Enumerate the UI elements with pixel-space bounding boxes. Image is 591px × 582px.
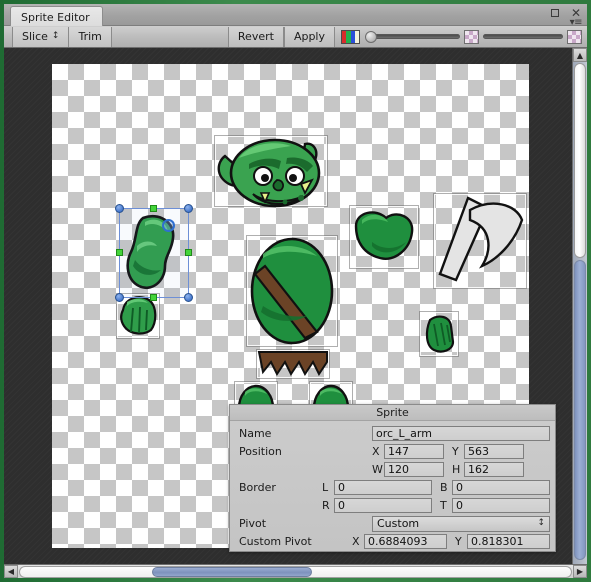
- alpha-slider-knob[interactable]: [365, 30, 377, 43]
- position-x-pair: X 147: [372, 444, 444, 459]
- chevron-updown-icon: ↕: [537, 518, 545, 528]
- position-w-pair: W 120: [372, 462, 444, 477]
- name-input[interactable]: orc_L_arm: [372, 426, 550, 441]
- border-t-input[interactable]: 0: [452, 498, 550, 513]
- border-r-tag: R: [322, 499, 330, 512]
- slice-label: Slice: [22, 30, 48, 43]
- border-t-pair: T 0: [440, 498, 550, 513]
- zoom-slider-track[interactable]: [483, 34, 563, 39]
- tab-sprite-editor[interactable]: Sprite Editor: [10, 6, 103, 26]
- rgb-channel-icon[interactable]: [341, 29, 360, 44]
- field-row-position-xy: Position X 147 Y 563: [235, 443, 550, 460]
- scroll-left-arrow-icon[interactable]: ◀: [4, 565, 18, 578]
- position-w-input[interactable]: 120: [384, 462, 444, 477]
- panel-body: Name orc_L_arm Position X 147 Y 563 W 12…: [230, 421, 555, 550]
- sprite-art-belt: [257, 350, 329, 378]
- resize-handle-top[interactable]: [150, 205, 157, 212]
- zoom-slider[interactable]: [483, 34, 563, 39]
- hamburger-menu-icon[interactable]: ▾≡: [570, 18, 583, 28]
- window-inner: Sprite Editor ✕ ▾≡ Slice ↕ Trim Revert A…: [4, 4, 587, 578]
- canvas-region[interactable]: Sprite Name orc_L_arm Position X 147 Y 5…: [4, 48, 587, 578]
- border-label: Border: [239, 481, 276, 494]
- alpha-slider[interactable]: [365, 30, 460, 43]
- resize-handle-bottom[interactable]: [150, 294, 157, 301]
- border-l-pair: L 0: [322, 480, 432, 495]
- chevron-updown-icon: ↕: [51, 31, 60, 41]
- resize-handle-bottom-right[interactable]: [184, 293, 193, 302]
- window-frame: Sprite Editor ✕ ▾≡ Slice ↕ Trim Revert A…: [0, 0, 591, 582]
- resize-handle-top-left[interactable]: [115, 204, 124, 213]
- border-t-tag: T: [440, 499, 447, 512]
- position-y-tag: Y: [452, 445, 459, 458]
- custom-pivot-y-input[interactable]: 0.818301: [467, 534, 550, 549]
- maximize-icon[interactable]: [548, 6, 562, 20]
- pivot-label: Pivot: [239, 517, 267, 530]
- field-row-custom-pivot: Custom Pivot X 0.6884093 Y 0.818301: [235, 533, 550, 550]
- custom-pivot-y-tag: Y: [455, 535, 462, 548]
- alpha-slider-track[interactable]: [372, 34, 460, 39]
- field-row-border-lb: Border L 0 B 0: [235, 479, 550, 496]
- position-w-tag: W: [372, 463, 383, 476]
- field-row-border-rt: R 0 T 0: [235, 497, 550, 514]
- pivot-dropdown[interactable]: Custom ↕: [372, 515, 550, 532]
- titlebar: Sprite Editor ✕ ▾≡: [4, 4, 587, 28]
- border-l-input[interactable]: 0: [334, 480, 432, 495]
- sprite-art-torso: [247, 236, 337, 346]
- custom-pivot-x-pair: X 0.6884093: [352, 534, 447, 549]
- vertical-scrollbar-thumb[interactable]: [574, 63, 586, 258]
- checkerboard-icon[interactable]: [464, 29, 479, 44]
- custom-pivot-x-tag: X: [352, 535, 360, 548]
- border-b-input[interactable]: 0: [452, 480, 550, 495]
- position-x-input[interactable]: 147: [384, 444, 444, 459]
- border-r-pair: R 0: [322, 498, 432, 513]
- name-label: Name: [239, 427, 272, 440]
- resize-handle-right[interactable]: [185, 249, 192, 256]
- position-h-input[interactable]: 162: [464, 462, 524, 477]
- toolbar: Slice ↕ Trim Revert Apply: [4, 26, 587, 48]
- position-x-tag: X: [372, 445, 380, 458]
- sprite-art-head: [215, 136, 327, 210]
- field-row-pivot: Pivot Custom ↕: [235, 515, 550, 532]
- apply-button[interactable]: Apply: [283, 26, 335, 47]
- position-h-tag: H: [452, 463, 461, 476]
- resize-handle-bottom-left[interactable]: [115, 293, 124, 302]
- sprite-art-axe: [434, 194, 526, 288]
- position-h-pair: H 162: [452, 462, 524, 477]
- vertical-scrollbar-track[interactable]: [574, 260, 586, 560]
- selection-rectangle[interactable]: [115, 204, 193, 302]
- pivot-handle[interactable]: [162, 219, 175, 232]
- custom-pivot-label: Custom Pivot: [239, 535, 312, 548]
- sprite-inspector-panel: Sprite Name orc_L_arm Position X 147 Y 5…: [229, 404, 556, 552]
- scroll-right-arrow-icon[interactable]: ▶: [573, 565, 587, 578]
- border-l-tag: L: [322, 481, 329, 494]
- resize-handle-top-right[interactable]: [184, 204, 193, 213]
- sprite-art-arm-right: [350, 206, 418, 268]
- panel-title: Sprite: [230, 405, 555, 421]
- resize-handle-left[interactable]: [116, 249, 123, 256]
- horizontal-scrollbar-track[interactable]: [19, 565, 572, 578]
- custom-pivot-x-input[interactable]: 0.6884093: [364, 534, 447, 549]
- field-row-position-wh: W 120 H 162: [235, 461, 550, 478]
- vertical-scrollbar[interactable]: ▲: [572, 48, 587, 578]
- maximize-icon-glyph: [551, 9, 559, 17]
- horizontal-scrollbar[interactable]: ◀ ▶: [4, 564, 587, 578]
- trim-button[interactable]: Trim: [69, 26, 112, 47]
- slice-button[interactable]: Slice ↕: [12, 26, 70, 47]
- pivot-selected-value: Custom: [377, 517, 420, 530]
- border-b-tag: B: [440, 481, 448, 494]
- checkerboard-icon[interactable]: [567, 29, 582, 44]
- revert-button[interactable]: Revert: [227, 26, 284, 47]
- horizontal-scrollbar-thumb[interactable]: [152, 566, 313, 577]
- sprite-art-fist-right: [420, 312, 458, 356]
- border-b-pair: B 0: [440, 480, 550, 495]
- position-label: Position: [239, 445, 282, 458]
- field-row-name: Name orc_L_arm: [235, 425, 550, 442]
- position-y-input[interactable]: 563: [464, 444, 524, 459]
- border-r-input[interactable]: 0: [334, 498, 432, 513]
- position-y-pair: Y 563: [452, 444, 524, 459]
- custom-pivot-y-pair: Y 0.818301: [455, 534, 550, 549]
- scroll-up-arrow-icon[interactable]: ▲: [573, 48, 587, 62]
